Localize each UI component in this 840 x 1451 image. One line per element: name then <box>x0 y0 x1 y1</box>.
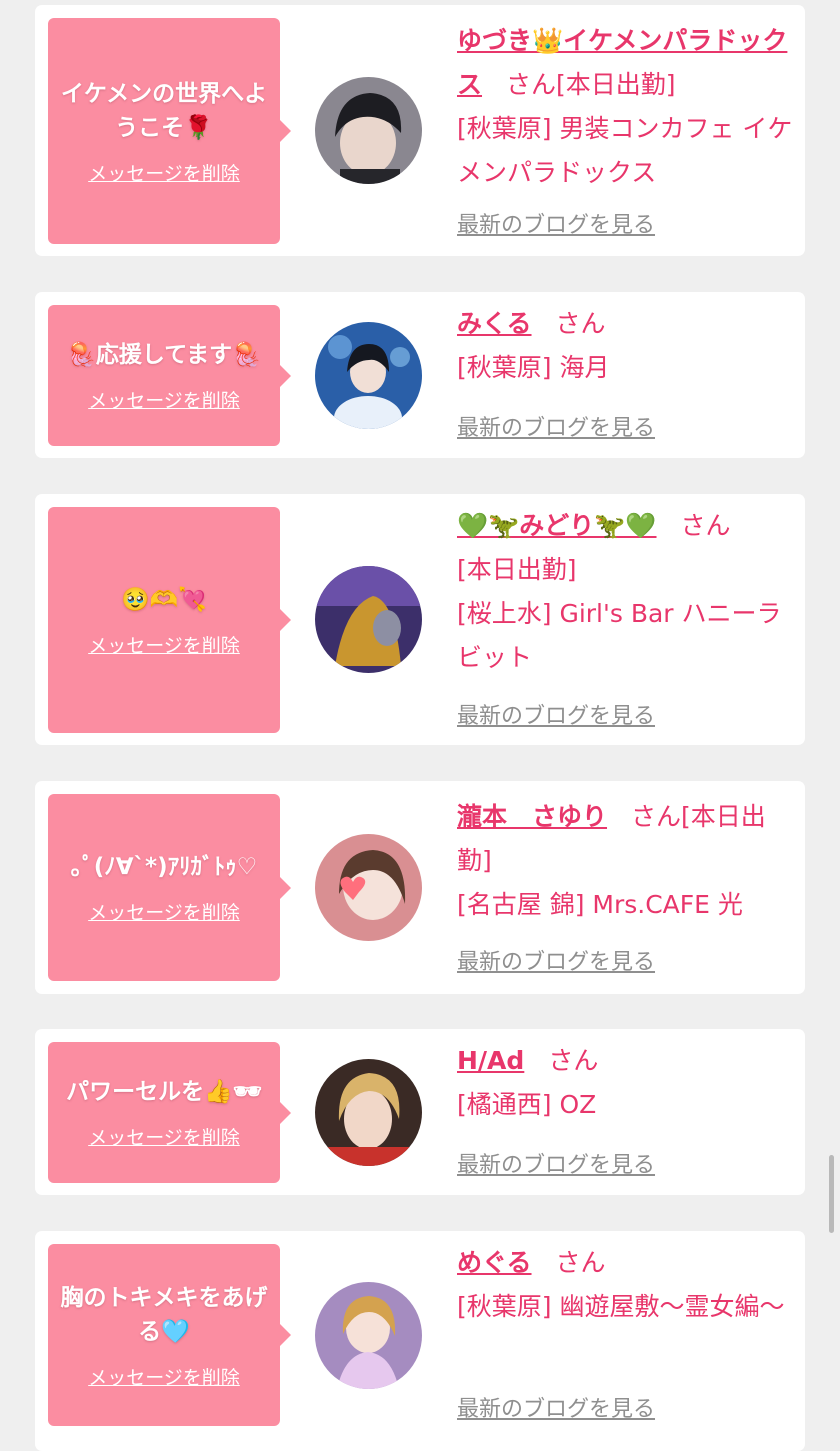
avatar-photo-heart <box>315 834 422 941</box>
message-bubble: ｡ﾟ(ﾉ∀`*)ｱﾘｶﾞﾄｩ♡ メッセージを削除 <box>48 794 291 981</box>
message-bubble: 🪼応援してます🪼 メッセージを削除 <box>48 305 291 446</box>
cast-name-link[interactable]: めぐる <box>457 1248 532 1277</box>
cast-info: ゆづき👑イケメンパラドックス さん[本日出勤] [秋葉原] 男装コンカフェ イケメ… <box>457 19 797 195</box>
blog-link[interactable]: 最新のブログを見る <box>457 698 655 730</box>
cast-info: 💚🦖みどり🦖💚 さん [本日出勤] [桜上水] Girl's Bar ハニーラビッ… <box>457 504 797 680</box>
honorific: さん <box>680 511 731 540</box>
delete-message-link[interactable]: メッセージを削除 <box>88 1363 240 1390</box>
cast-info: H/Ad さん [橘通西] OZ <box>457 1039 797 1127</box>
message-text: パワーセルを👍🕶 <box>66 1079 262 1105</box>
honorific: さん <box>555 309 606 338</box>
blog-link[interactable]: 最新のブログを見る <box>457 944 655 976</box>
avatar[interactable] <box>315 1059 422 1166</box>
avatar[interactable] <box>315 834 422 941</box>
message-bubble: イケメンの世界へようこそ🌹 メッセージを削除 <box>48 18 291 244</box>
honorific: さん <box>548 1046 599 1075</box>
message-card: 胸のトキメキをあげる🩵 メッセージを削除 めぐる さん [秋葉原] 幽遊屋敷～霊女… <box>35 1231 805 1451</box>
cast-info: みくる さん [秋葉原] 海月 <box>457 302 797 390</box>
shop-label: [名古屋 錦] Mrs.CAFE 光 <box>457 890 743 919</box>
honorific: さん <box>631 802 682 831</box>
scrollbar[interactable] <box>829 1155 834 1233</box>
avatar[interactable] <box>315 322 422 429</box>
message-text: 🪼応援してます🪼 <box>67 342 261 368</box>
message-text: イケメンの世界へようこそ🌹 <box>60 80 268 141</box>
avatar-photo-dark-hair <box>315 77 422 184</box>
message-card: 🪼応援してます🪼 メッセージを削除 みくる さん [秋葉原] 海月 最新のブログを… <box>35 292 805 458</box>
cast-name-link[interactable]: H/Ad <box>457 1046 524 1075</box>
message-text: ｡ﾟ(ﾉ∀`*)ｱﾘｶﾞﾄｩ♡ <box>70 854 258 880</box>
blog-link[interactable]: 最新のブログを見る <box>457 1147 655 1179</box>
cast-name-link[interactable]: みくる <box>457 309 532 338</box>
blog-link[interactable]: 最新のブログを見る <box>457 410 655 442</box>
cast-info: めぐる さん [秋葉原] 幽遊屋敷～霊女編～ <box>457 1241 797 1329</box>
status-label: [本日出勤] <box>457 555 577 584</box>
shop-label: [秋葉原] 幽遊屋敷～霊女編～ <box>457 1292 785 1321</box>
message-bubble: パワーセルを👍🕶 メッセージを削除 <box>48 1042 291 1183</box>
message-card: パワーセルを👍🕶 メッセージを削除 H/Ad さん [橘通西] OZ 最新のブログ… <box>35 1029 805 1195</box>
blog-link[interactable]: 最新のブログを見る <box>457 1391 655 1423</box>
cast-name-link[interactable]: 瀧本 さゆり <box>457 802 607 831</box>
cast-info: 瀧本 さゆり さん[本日出勤] [名古屋 錦] Mrs.CAFE 光 <box>457 795 797 927</box>
status-label: [本日出勤] <box>556 70 676 99</box>
honorific: さん <box>506 70 557 99</box>
avatar[interactable] <box>315 77 422 184</box>
shop-label: [桜上水] Girl's Bar ハニーラビット <box>457 599 782 672</box>
delete-message-link[interactable]: メッセージを削除 <box>88 631 240 658</box>
avatar[interactable] <box>315 1282 422 1389</box>
avatar-photo-blonde <box>315 1059 422 1166</box>
message-card: ｡ﾟ(ﾉ∀`*)ｱﾘｶﾞﾄｩ♡ メッセージを削除 瀧本 さゆり さん[本日出勤] … <box>35 781 805 994</box>
shop-label: [橘通西] OZ <box>457 1090 597 1119</box>
delete-message-link[interactable]: メッセージを削除 <box>88 1123 240 1150</box>
delete-message-link[interactable]: メッセージを削除 <box>88 898 240 925</box>
message-bubble: 胸のトキメキをあげる🩵 メッセージを削除 <box>48 1244 291 1426</box>
avatar-photo-pink-dress <box>315 1282 422 1389</box>
delete-message-link[interactable]: メッセージを削除 <box>88 159 240 186</box>
message-text: 胸のトキメキをあげる🩵 <box>60 1284 268 1345</box>
message-card: イケメンの世界へようこそ🌹 メッセージを削除 ゆづき👑イケメンパラドックス さん[… <box>35 5 805 256</box>
message-bubble: 🥹🫶💘 メッセージを削除 <box>48 507 291 733</box>
shop-label: [秋葉原] 男装コンカフェ イケメンパラドックス <box>457 114 793 187</box>
avatar-photo-purple-room <box>315 566 422 673</box>
avatar[interactable] <box>315 566 422 673</box>
message-card: 🥹🫶💘 メッセージを削除 💚🦖みどり🦖💚 さん [本日出勤] [桜上水] Girl… <box>35 494 805 745</box>
cast-name-link[interactable]: 💚🦖みどり🦖💚 <box>457 511 657 540</box>
message-text: 🥹🫶💘 <box>121 586 207 613</box>
honorific: さん <box>555 1248 606 1277</box>
shop-label: [秋葉原] 海月 <box>457 353 610 382</box>
blog-link[interactable]: 最新のブログを見る <box>457 207 655 239</box>
avatar-photo-aquarium <box>315 322 422 429</box>
delete-message-link[interactable]: メッセージを削除 <box>88 386 240 413</box>
